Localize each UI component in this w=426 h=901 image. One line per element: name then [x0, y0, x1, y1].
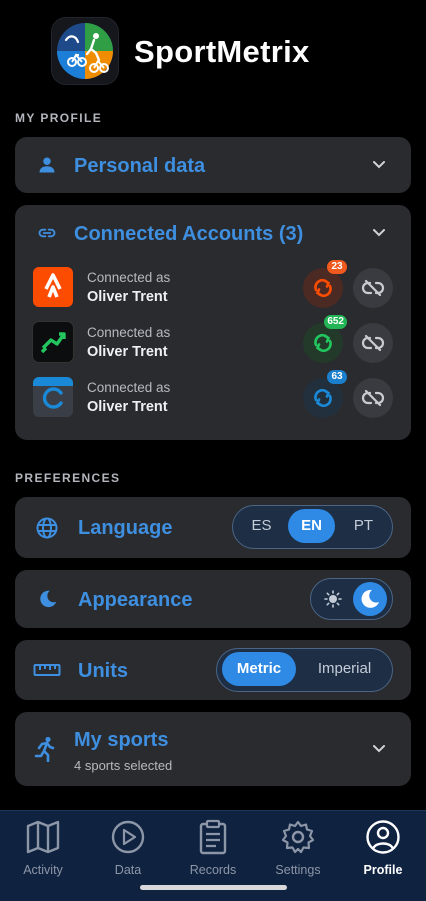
language-option-es[interactable]: ES	[238, 509, 285, 543]
nav-tab-settings[interactable]: Settings	[258, 817, 338, 887]
nav-tab-profile[interactable]: Profile	[343, 817, 423, 887]
nav-tab-activity[interactable]: Activity	[3, 817, 83, 887]
link-icon	[38, 228, 56, 238]
connected-accounts-header[interactable]: Connected Accounts (3)	[15, 205, 411, 261]
units-option-imperial[interactable]: Imperial	[301, 652, 388, 686]
clipboard-icon	[199, 819, 227, 855]
sync-button[interactable]: 23	[303, 260, 347, 308]
chevron-down-icon	[373, 745, 385, 753]
account-name: Oliver Trent	[87, 399, 168, 415]
garmin-logo	[33, 377, 73, 417]
appearance-title: Appearance	[78, 589, 193, 611]
play-circle-icon	[111, 820, 145, 854]
account-name: Oliver Trent	[87, 289, 168, 305]
account-row: Connected as Oliver Trent 23	[33, 260, 393, 311]
sync-count-badge: 23	[327, 260, 347, 274]
sync-icon	[314, 278, 332, 298]
sun-icon	[324, 590, 342, 608]
appearance-row: Appearance	[15, 570, 411, 628]
units-title: Units	[78, 660, 128, 682]
person-icon	[39, 157, 55, 173]
link-off-icon	[361, 334, 385, 352]
ruler-icon	[33, 664, 61, 676]
gear-icon	[281, 820, 315, 854]
link-off-icon	[361, 279, 385, 297]
home-indicator[interactable]	[140, 885, 287, 890]
unlink-button[interactable]	[353, 378, 393, 418]
my-sports-row[interactable]: My sports 4 sports selected	[15, 712, 411, 786]
account-name: Oliver Trent	[87, 344, 168, 360]
map-icon	[26, 820, 60, 854]
moon-icon	[40, 590, 57, 608]
theme-dark-option[interactable]	[353, 582, 387, 616]
account-row: Connected as Oliver Trent 652	[33, 315, 393, 366]
nav-tab-data[interactable]: Data	[88, 817, 168, 887]
language-row: Language ES EN PT	[15, 497, 411, 558]
app-logo	[52, 18, 118, 84]
units-selector: Metric Imperial	[216, 648, 393, 692]
app-title: SportMetrix	[134, 34, 310, 69]
appearance-toggle	[310, 578, 393, 620]
chevron-down-icon	[373, 229, 385, 237]
nav-label: Records	[189, 863, 237, 877]
unlink-button[interactable]	[353, 268, 393, 308]
personal-data-row[interactable]: Personal data	[15, 137, 411, 193]
theme-light-option[interactable]	[316, 582, 350, 616]
app-header: SportMetrix	[0, 0, 426, 100]
my-sports-subtitle: 4 sports selected	[74, 758, 173, 773]
connected-accounts-title: Connected Accounts (3)	[74, 223, 304, 245]
sync-button[interactable]: 63	[303, 370, 347, 418]
connected-accounts-card: Connected Accounts (3) Connected as Oliv…	[15, 205, 411, 440]
nav-tab-records[interactable]: Records	[173, 817, 253, 887]
strava-logo	[33, 267, 73, 307]
units-row: Units Metric Imperial	[15, 640, 411, 700]
moon-icon	[361, 589, 379, 608]
my-sports-title: My sports	[74, 729, 169, 751]
nav-label: Data	[114, 863, 142, 877]
section-my-profile: MY PROFILE	[15, 111, 103, 125]
wahoo-logo	[33, 322, 73, 362]
nav-label: Profile	[363, 863, 403, 877]
personal-data-title: Personal data	[74, 155, 206, 177]
globe-icon	[36, 517, 58, 539]
sync-icon	[314, 388, 332, 408]
language-title: Language	[78, 517, 173, 539]
account-caption: Connected as	[87, 380, 171, 395]
nav-label: Settings	[275, 863, 321, 877]
sync-count-badge: 63	[327, 370, 347, 384]
sync-button[interactable]: 652	[303, 315, 347, 363]
running-icon	[34, 736, 55, 762]
sync-count-badge: 652	[324, 315, 347, 329]
link-off-icon	[361, 389, 385, 407]
account-caption: Connected as	[87, 325, 171, 340]
section-preferences: PREFERENCES	[15, 471, 121, 485]
language-selector: ES EN PT	[232, 505, 393, 549]
sync-icon	[314, 333, 332, 353]
unlink-button[interactable]	[353, 323, 393, 363]
units-option-metric[interactable]: Metric	[222, 652, 296, 686]
language-option-en[interactable]: EN	[288, 509, 335, 543]
account-caption: Connected as	[87, 270, 171, 285]
language-option-pt[interactable]: PT	[338, 509, 389, 543]
chevron-down-icon	[373, 161, 385, 169]
user-circle-icon	[366, 820, 400, 854]
account-row: Connected as Oliver Trent 63	[33, 370, 393, 421]
nav-label: Activity	[23, 863, 63, 877]
